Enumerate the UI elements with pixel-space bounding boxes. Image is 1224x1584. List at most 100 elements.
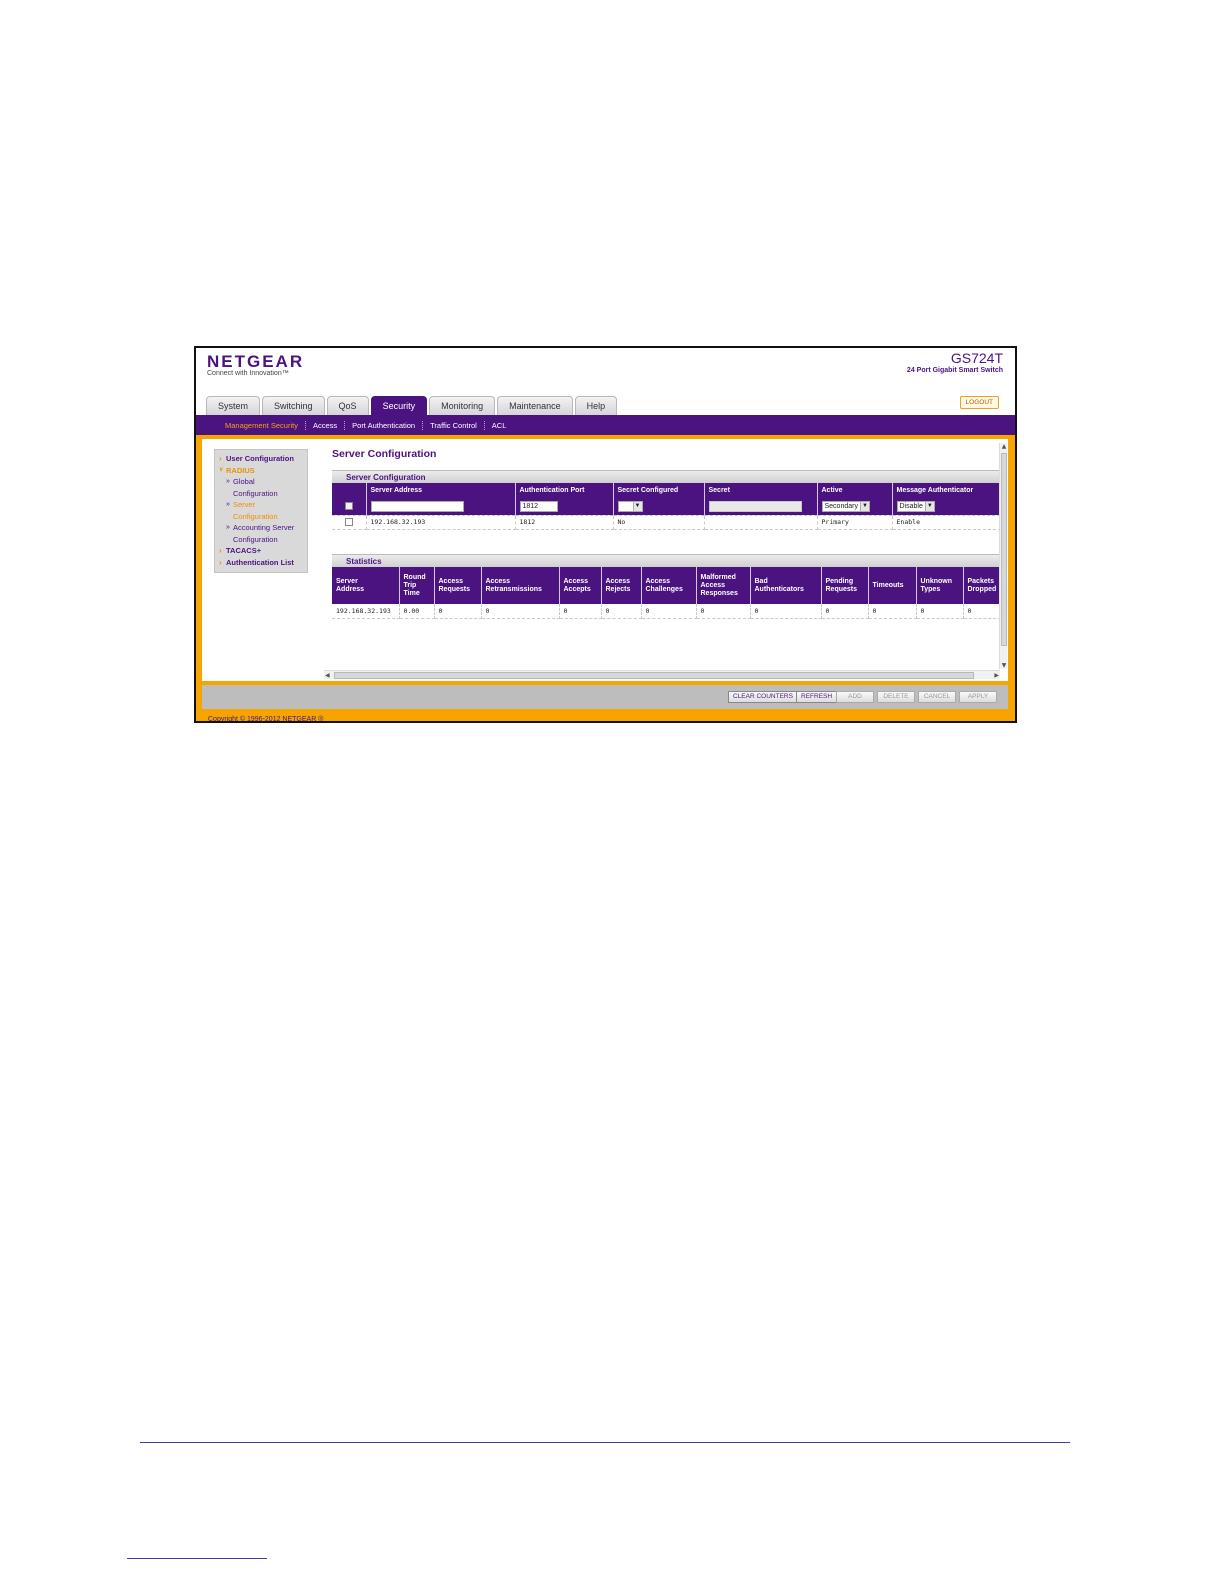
header-line: Access	[700, 581, 726, 589]
header-line: Rejects	[605, 585, 631, 593]
sidebar-item-global-configuration-line2[interactable]: Configuration	[218, 488, 305, 500]
cell-unknown-types: 0	[916, 604, 964, 619]
header-line: Round	[403, 573, 426, 581]
cell-pending-requests: 0	[821, 604, 869, 619]
column-header: Server Address	[332, 567, 400, 604]
cell-secret-configured: No	[613, 515, 705, 530]
header-line: Access	[485, 577, 511, 585]
clear-counters-button[interactable]: CLEAR COUNTERS	[728, 691, 798, 703]
header-line: Malformed	[700, 573, 736, 581]
logout-button[interactable]: LOGOUT	[959, 396, 999, 409]
subnav-port-authentication[interactable]: Port Authentication	[345, 420, 424, 430]
vertical-scrollbar[interactable]: ▲ ▼	[999, 443, 1007, 669]
column-header: Packets Dropped	[963, 567, 1001, 604]
cancel-button[interactable]: CANCEL	[918, 691, 956, 703]
refresh-button[interactable]: REFRESH	[796, 691, 838, 703]
tab-monitoring[interactable]: Monitoring	[429, 396, 496, 415]
sidebar-item-authentication-list[interactable]: Authentication List	[218, 557, 305, 569]
cell-access-rejects: 0	[601, 604, 642, 619]
subnav-traffic-control[interactable]: Traffic Control	[423, 420, 485, 430]
server-configuration-table: Server Address Authentication Port Secre…	[332, 483, 1001, 530]
scroll-right-icon[interactable]: ▶	[994, 671, 999, 680]
edit-row-checkbox[interactable]	[344, 502, 353, 511]
sidebar-item-radius[interactable]: RADIUS	[218, 465, 305, 477]
tab-security[interactable]: Security	[370, 396, 428, 415]
header-line: Bad	[754, 577, 768, 585]
copyright-text: Copyright © 1996-2012 NETGEAR ®	[208, 716, 324, 723]
sidebar-item-user-configuration[interactable]: User Configuration	[218, 453, 305, 465]
server-configuration-header: Server Configuration	[332, 470, 1000, 483]
cell-secret	[704, 515, 818, 530]
column-header: Pending Requests	[821, 567, 869, 604]
cell-server-address: 192.168.32.193	[366, 515, 516, 530]
cell-bad-authenticators: 0	[750, 604, 822, 619]
scroll-down-icon[interactable]: ▼	[1000, 662, 1008, 669]
sidebar-item-tacacs[interactable]: TACACS+	[218, 545, 305, 557]
header-line: Challenges	[645, 585, 683, 593]
sidebar-item-accounting-server-line2[interactable]: Configuration	[218, 534, 305, 546]
column-header: Access Requests	[434, 567, 482, 604]
server-configuration-section: Server Configuration Server Address Auth…	[332, 470, 1001, 530]
sidebar-item-server-configuration-line2[interactable]: Configuration	[218, 511, 305, 523]
vertical-scroll-thumb[interactable]	[1001, 453, 1007, 646]
tab-qos[interactable]: QoS	[326, 396, 369, 415]
subnav-acl[interactable]: ACL	[485, 421, 514, 430]
message-authenticator-select[interactable]: Disable ▼	[896, 500, 935, 512]
sidebar-item-accounting-server[interactable]: Accounting Server	[218, 522, 305, 534]
cell-access-retransmissions: 0	[481, 604, 560, 619]
active-value: Secondary	[824, 502, 858, 510]
column-header: Secret Configured	[613, 483, 705, 498]
edit-row: 1812 ▼ Secondary ▼ Disable ▼	[332, 498, 1001, 516]
sidebar-menu: User Configuration RADIUS Global Configu…	[214, 449, 308, 573]
delete-button[interactable]: DELETE	[877, 691, 915, 703]
cell-authentication-port: 1812	[515, 515, 614, 530]
subnav-access[interactable]: Access	[306, 420, 346, 430]
table-row[interactable]: 192.168.32.193 1812 No Primary Enable	[332, 515, 1001, 530]
chevron-down-icon: ▼	[924, 501, 934, 511]
cell-malformed-access-responses: 0	[696, 604, 751, 619]
sidebar-item-global-configuration[interactable]: Global	[218, 476, 305, 488]
tab-switching[interactable]: Switching	[262, 396, 325, 415]
select-column-header	[332, 483, 367, 498]
column-header: Bad Authenticators	[750, 567, 822, 604]
column-header: Access Accepts	[559, 567, 602, 604]
authentication-port-input[interactable]: 1812	[519, 500, 558, 512]
column-header: Round Trip Time	[399, 567, 435, 604]
cell-access-requests: 0	[434, 604, 482, 619]
header-line: Responses	[700, 589, 738, 597]
cell-round-trip-time: 0.00	[399, 604, 435, 619]
header-line: Address	[336, 585, 365, 593]
tab-help[interactable]: Help	[574, 396, 618, 415]
horizontal-scroll-thumb[interactable]	[334, 672, 974, 679]
subnav-management-security[interactable]: Management Security	[218, 420, 306, 430]
tab-maintenance[interactable]: Maintenance	[497, 396, 573, 415]
header-line: Unknown	[920, 577, 953, 585]
scroll-up-icon[interactable]: ▲	[1000, 443, 1008, 450]
header-line: Trip	[403, 581, 417, 589]
header: NETGEAR Connect with Innovation™ GS724T …	[196, 348, 1015, 396]
column-header: Access Retransmissions	[481, 567, 560, 604]
tab-system[interactable]: System	[206, 396, 261, 415]
scroll-left-icon[interactable]: ◀	[325, 671, 330, 680]
statistics-header: Statistics	[332, 554, 1000, 567]
secret-configured-select[interactable]: ▼	[617, 500, 643, 512]
column-header: Malformed Access Responses	[696, 567, 751, 604]
header-line: Access	[438, 577, 464, 585]
header-line: Dropped	[967, 585, 997, 593]
cell-access-accepts: 0	[559, 604, 602, 619]
horizontal-scrollbar[interactable]: ◀ ▶	[324, 670, 1000, 679]
server-address-input[interactable]	[370, 500, 464, 512]
row-checkbox[interactable]	[344, 518, 353, 526]
header-line: Timeouts	[872, 581, 904, 589]
cell-message-authenticator: Enable	[892, 515, 1001, 530]
sidebar-item-server-configuration[interactable]: Server	[218, 499, 305, 511]
column-header: Message Authenticator	[892, 483, 1001, 498]
active-select[interactable]: Secondary ▼	[821, 500, 870, 512]
header-line: Accepts	[563, 585, 591, 593]
netgear-logo: NETGEAR	[207, 352, 305, 371]
header-line: Access	[645, 577, 671, 585]
add-button[interactable]: ADD	[836, 691, 874, 703]
apply-button[interactable]: APPLY	[959, 691, 997, 703]
secret-input[interactable]	[708, 500, 802, 512]
table-row: 192.168.32.193 0.00 0 0 0 0 0 0 0 0 0 0 …	[332, 604, 1001, 619]
